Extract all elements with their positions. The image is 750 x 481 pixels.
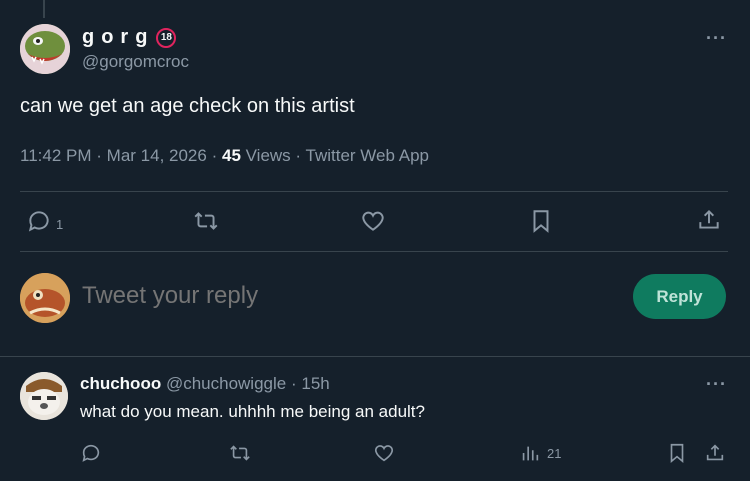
commenter-name[interactable]: chuchooo bbox=[80, 374, 161, 393]
retweet-icon bbox=[194, 212, 218, 230]
separator-dot: · bbox=[96, 146, 102, 165]
tweet-source[interactable]: Twitter Web App bbox=[306, 146, 429, 165]
tweet-text: can we get an age check on this artist bbox=[20, 95, 355, 117]
share-icon bbox=[699, 209, 719, 229]
retweet-button[interactable] bbox=[192, 208, 220, 234]
tweet-metadata: 11:42 PM · Mar 14, 2026 · 45 Views · Twi… bbox=[20, 146, 429, 166]
reply-count: 1 bbox=[56, 216, 64, 232]
comment-reply-button[interactable] bbox=[80, 442, 102, 464]
comment-text: what do you mean. uhhhh me being an adul… bbox=[80, 402, 425, 421]
author-handle[interactable]: @gorgomcroc bbox=[82, 52, 189, 72]
comment-views-button[interactable]: 21 bbox=[519, 442, 561, 464]
share-icon bbox=[706, 444, 724, 461]
comment-like-button[interactable] bbox=[373, 442, 395, 464]
commenter-handle[interactable]: @chuchowiggle bbox=[166, 374, 286, 393]
divider bbox=[0, 356, 750, 357]
comment-retweet-button[interactable] bbox=[228, 442, 252, 464]
like-icon bbox=[374, 445, 394, 462]
like-icon bbox=[362, 211, 384, 231]
reply-icon bbox=[82, 444, 100, 462]
reply-submit-button[interactable]: Reply bbox=[633, 274, 726, 319]
views-label: Views bbox=[245, 146, 291, 165]
reply-button[interactable]: 1 bbox=[26, 208, 63, 234]
reply-icon bbox=[28, 211, 49, 232]
author-avatar[interactable] bbox=[20, 24, 70, 74]
like-button[interactable] bbox=[360, 208, 386, 234]
comment-more-icon[interactable]: ··· bbox=[706, 374, 727, 395]
bookmark-icon bbox=[670, 443, 684, 464]
separator-dot: · bbox=[211, 146, 218, 165]
separator-dot: · bbox=[295, 146, 302, 165]
comment-age[interactable]: 15h bbox=[301, 374, 329, 393]
comment-views-count: 21 bbox=[547, 445, 562, 461]
divider bbox=[20, 251, 728, 252]
more-icon[interactable]: ··· bbox=[706, 28, 727, 49]
reply-input[interactable] bbox=[82, 282, 392, 310]
share-button[interactable] bbox=[696, 207, 722, 233]
comment-bookmark-button[interactable] bbox=[666, 442, 688, 464]
tweet-date[interactable]: Mar 14, 2026 bbox=[107, 146, 207, 165]
age-18-badge-icon: 18 bbox=[156, 27, 177, 48]
commenter-avatar[interactable] bbox=[20, 372, 68, 420]
tweet-time[interactable]: 11:42 PM bbox=[20, 146, 92, 165]
bookmark-button[interactable] bbox=[528, 208, 554, 234]
author-name[interactable]: gorg 18 bbox=[82, 26, 177, 49]
separator-dot: · bbox=[290, 374, 297, 393]
retweet-icon bbox=[230, 445, 250, 461]
author-display-name: gorg bbox=[82, 26, 155, 48]
views-icon bbox=[522, 446, 539, 461]
comment-share-button[interactable] bbox=[704, 442, 726, 464]
comment-header: chuchooo @chuchowiggle · 15h bbox=[80, 374, 330, 394]
views-count: 45 bbox=[221, 146, 241, 165]
divider bbox=[20, 191, 728, 192]
thread-connector-line bbox=[43, 0, 45, 18]
bookmark-icon bbox=[533, 210, 549, 233]
current-user-avatar[interactable] bbox=[20, 273, 70, 323]
